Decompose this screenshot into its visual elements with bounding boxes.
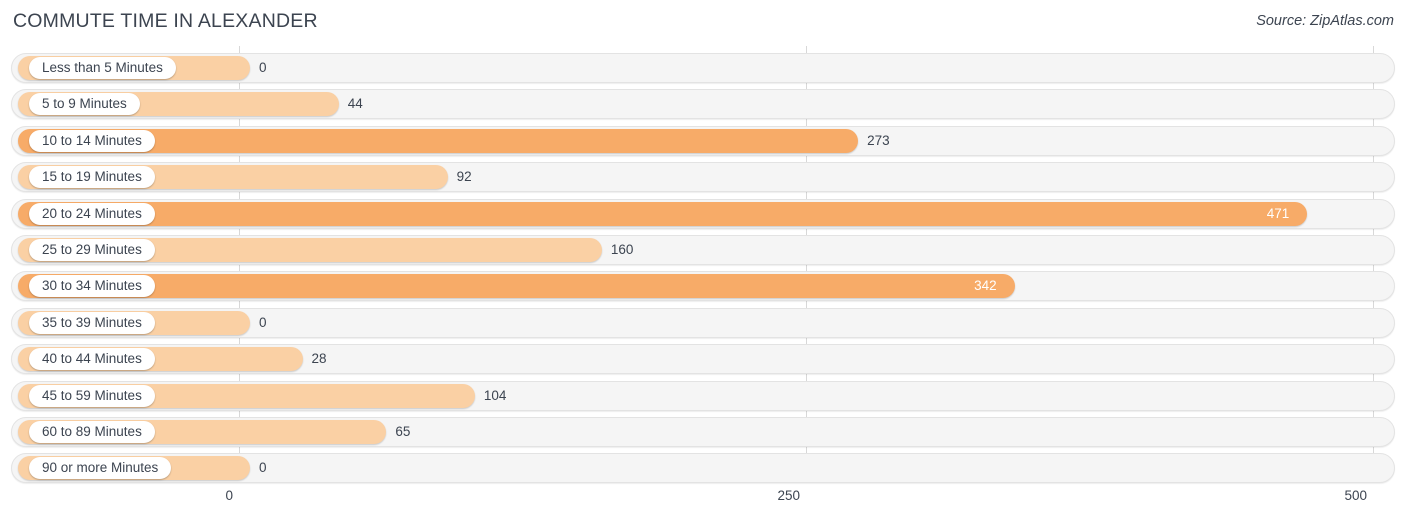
bar[interactable]	[18, 274, 1015, 299]
x-axis: 0 250 500	[0, 483, 1406, 523]
bar[interactable]	[18, 201, 1308, 226]
bar-value-label: 0	[259, 460, 267, 476]
chart-plot-area: Less than 5 Minutes 0 5 to 9 Minutes 44 10 t…	[0, 46, 1406, 484]
bar-row[interactable]: 35 to 39 Minutes 0	[11, 307, 1395, 338]
bar-value-label: 0	[259, 314, 267, 330]
bar-value-label: 104	[483, 387, 507, 403]
bar-row[interactable]: 10 to 14 Minutes 273	[11, 125, 1395, 156]
bar-value-inside: 471	[1266, 205, 1290, 221]
bar-category-label: 25 to 29 Minutes	[29, 239, 155, 261]
bar-category-label: 20 to 24 Minutes	[29, 202, 155, 225]
bar-row[interactable]: 90 or more Minutes 0	[11, 453, 1395, 484]
bar-row[interactable]: Less than 5 Minutes 0	[11, 53, 1395, 83]
bar-row[interactable]: 5 to 9 Minutes 44	[11, 89, 1395, 120]
page-title: COMMUTE TIME IN ALEXANDER	[13, 10, 318, 32]
bar-row[interactable]: 40 to 44 Minutes 28	[11, 344, 1395, 375]
bar-value-label: 65	[395, 424, 411, 439]
bar-category-label: 60 to 89 Minutes	[29, 421, 155, 443]
x-axis-tick-500: 500	[1344, 488, 1367, 503]
bar-category-label: 5 to 9 Minutes	[29, 93, 140, 116]
source-attribution: Source: ZipAtlas.com	[1256, 13, 1394, 29]
bar-category-label: 10 to 14 Minutes	[29, 129, 155, 152]
x-axis-tick-250: 250	[777, 488, 800, 503]
x-axis-tick-0: 0	[225, 488, 233, 503]
bar-category-label: 40 to 44 Minutes	[29, 348, 155, 371]
bar-row[interactable]: 20 to 24 Minutes 471	[11, 198, 1395, 229]
bar-value-label: 92	[456, 169, 472, 185]
bar-category-label: 45 to 59 Minutes	[29, 384, 155, 407]
bar-value-label: 273	[867, 132, 890, 148]
bar-row[interactable]: 30 to 34 Minutes 342	[11, 271, 1395, 302]
chart-header: COMMUTE TIME IN ALEXANDER Source: ZipAtl…	[0, 0, 1406, 44]
bar-value-label: 28	[311, 351, 327, 367]
bar-category-label: 35 to 39 Minutes	[29, 311, 155, 334]
bar-row[interactable]: 25 to 29 Minutes 160	[11, 235, 1395, 265]
bar-category-label: 90 or more Minutes	[29, 457, 172, 480]
bar-value-label: 160	[610, 242, 634, 257]
bar-row[interactable]: 60 to 89 Minutes 65	[11, 417, 1395, 447]
bar-row[interactable]: 15 to 19 Minutes 92	[11, 162, 1395, 193]
bar-rows: Less than 5 Minutes 0 5 to 9 Minutes 44 10 t…	[0, 46, 1406, 484]
bar-category-label: 30 to 34 Minutes	[29, 275, 155, 298]
bar-value-label: 0	[259, 60, 267, 75]
bar-row[interactable]: 45 to 59 Minutes 104	[11, 380, 1395, 411]
bar-value-label: 44	[347, 96, 363, 112]
bar-category-label: 15 to 19 Minutes	[29, 166, 155, 189]
bar-category-label: Less than 5 Minutes	[29, 57, 176, 79]
bar-value-inside: 342	[974, 278, 997, 294]
